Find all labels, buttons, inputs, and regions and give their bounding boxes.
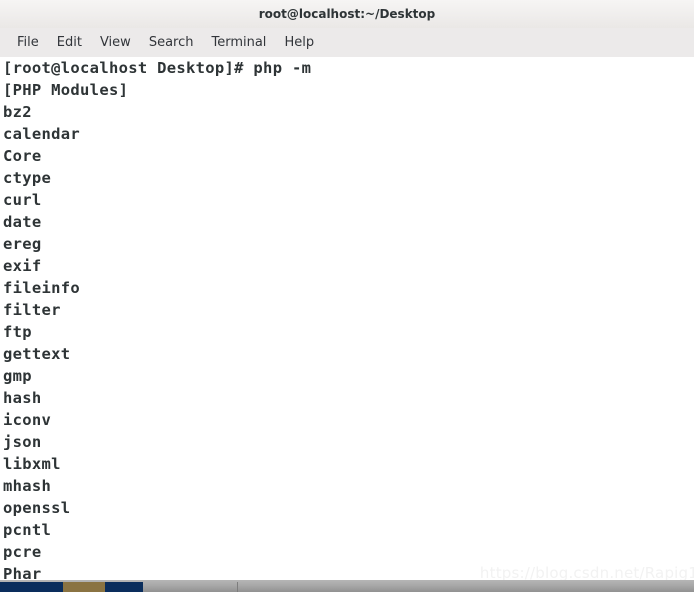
menu-item-terminal[interactable]: Terminal xyxy=(202,33,275,52)
terminal-output-line: gmp xyxy=(3,367,32,385)
terminal-output-line: date xyxy=(3,213,42,231)
terminal-output-line: hash xyxy=(3,389,42,407)
taskbar-window-button-3[interactable] xyxy=(105,582,143,592)
window-title: root@localhost:~/Desktop xyxy=(258,7,436,21)
taskbar-window-button-2[interactable] xyxy=(63,582,105,592)
terminal-output-line: pcre xyxy=(3,543,42,561)
terminal-output-line: Core xyxy=(3,147,42,165)
menu-item-help[interactable]: Help xyxy=(275,33,323,52)
desktop-taskbar[interactable] xyxy=(0,580,694,592)
terminal-output-line: calendar xyxy=(3,125,81,143)
terminal-output-line: filter xyxy=(3,301,61,319)
terminal-output-line: exif xyxy=(3,257,42,275)
terminal-output-line: libxml xyxy=(3,455,61,473)
menu-item-edit[interactable]: Edit xyxy=(48,33,91,52)
terminal-output-line: bz2 xyxy=(3,103,32,121)
terminal-output-line: ctype xyxy=(3,169,52,187)
terminal-output-line: ereg xyxy=(3,235,42,253)
taskbar-divider xyxy=(237,582,238,592)
terminal-output-line: [PHP Modules] xyxy=(3,81,129,99)
terminal-output-line: openssl xyxy=(3,499,71,517)
menu-bar: File Edit View Search Terminal Help xyxy=(0,28,694,57)
menu-item-view[interactable]: View xyxy=(91,33,140,52)
terminal-prompt-line: [root@localhost Desktop]# php -m xyxy=(3,59,312,77)
terminal-output-line: ftp xyxy=(3,323,32,341)
terminal-output-line: curl xyxy=(3,191,42,209)
menu-item-file[interactable]: File xyxy=(8,33,48,52)
terminal-output-line: iconv xyxy=(3,411,52,429)
terminal-output-line: json xyxy=(3,433,42,451)
terminal-output-area[interactable]: [root@localhost Desktop]# php -m [PHP Mod… xyxy=(0,57,694,580)
terminal-text-buffer: [root@localhost Desktop]# php -m [PHP Mod… xyxy=(3,57,691,580)
taskbar-window-button-1[interactable] xyxy=(0,582,63,592)
menu-item-search[interactable]: Search xyxy=(140,33,203,52)
terminal-output-line: gettext xyxy=(3,345,71,363)
terminal-output-line: fileinfo xyxy=(3,279,81,297)
window-titlebar: root@localhost:~/Desktop xyxy=(0,0,694,28)
terminal-output-line: Phar xyxy=(3,565,42,580)
terminal-window: root@localhost:~/Desktop File Edit View Sea… xyxy=(0,0,694,592)
terminal-output-line: mhash xyxy=(3,477,52,495)
terminal-output-line: pcntl xyxy=(3,521,52,539)
